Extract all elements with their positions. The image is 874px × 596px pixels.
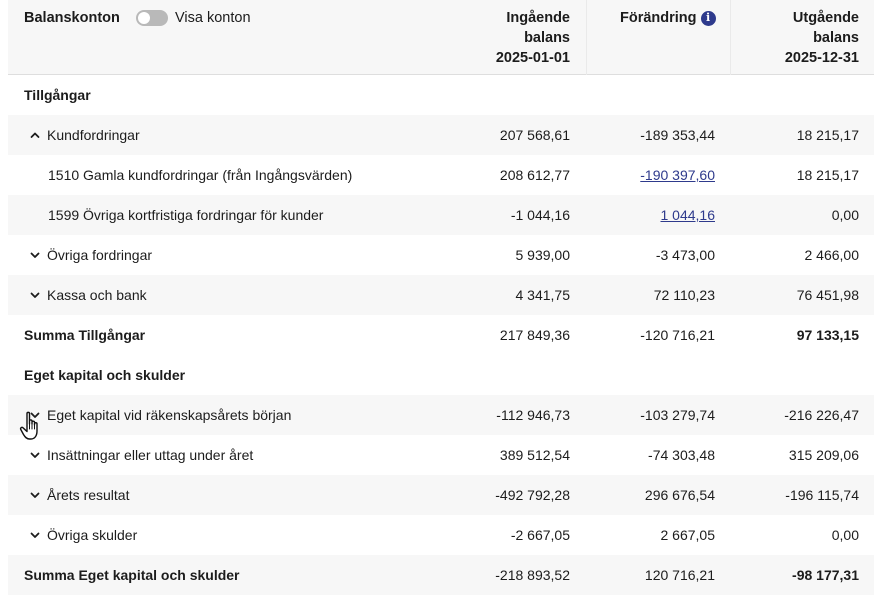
account-row-1510: 1510 Gamla kundfordringar (från Ingångsv… <box>8 155 874 195</box>
row-label: Kassa och bank <box>47 287 147 303</box>
opening-balance: 5 939,00 <box>515 247 571 263</box>
group-row-other-liabilities[interactable]: Övriga skulder -2 667,05 2 667,05 0,00 <box>8 515 874 555</box>
column-header-closing-balance[interactable]: Utgående balans 2025-12-31 <box>785 8 859 68</box>
table-header: Balanskonton Visa konton Ingående balans… <box>8 0 874 75</box>
column-divider <box>586 0 587 75</box>
header-line: 2025-01-01 <box>495 50 570 66</box>
change: -120 716,21 <box>640 327 715 343</box>
group-row-year-result[interactable]: Årets resultat -492 792,28 296 676,54 -1… <box>8 475 874 515</box>
chevron-down-icon[interactable] <box>29 249 41 261</box>
chevron-down-icon[interactable] <box>29 449 41 461</box>
account-row-1599: 1599 Övriga kortfristiga fordringar för … <box>8 195 874 235</box>
change: -3 473,00 <box>655 247 715 263</box>
header-line: balans <box>524 30 570 46</box>
closing-balance: -98 177,31 <box>792 567 859 583</box>
row-label: Insättningar eller uttag under året <box>47 447 254 463</box>
change-link[interactable]: 1 044,16 <box>661 195 716 235</box>
opening-balance: 389 512,54 <box>499 447 570 463</box>
change: 120 716,21 <box>644 567 715 583</box>
row-label: Kundfordringar <box>47 127 140 143</box>
show-accounts-toggle-wrap[interactable]: Visa konton <box>136 8 251 28</box>
show-accounts-label: Visa konton <box>175 10 251 26</box>
opening-balance: -1 044,16 <box>510 207 570 223</box>
header-line: 2025-12-31 <box>784 50 859 66</box>
toggle-knob <box>138 12 150 24</box>
closing-balance: 76 451,98 <box>796 287 859 303</box>
row-label: Årets resultat <box>47 487 130 503</box>
closing-balance: 97 133,15 <box>796 327 859 343</box>
group-row-deposits-withdrawals[interactable]: Insättningar eller uttag under året 389 … <box>8 435 874 475</box>
row-label: Eget kapital vid räkenskapsårets början <box>47 407 292 423</box>
sum-row-equity-liabilities: Summa Eget kapital och skulder -218 893,… <box>8 555 874 595</box>
closing-balance: -196 115,74 <box>785 487 859 503</box>
closing-balance: 18 215,17 <box>796 127 859 143</box>
chevron-up-icon[interactable] <box>29 129 41 141</box>
closing-balance: -216 226,47 <box>784 407 859 423</box>
show-accounts-toggle[interactable] <box>136 10 168 26</box>
section-title: Eget kapital och skulder <box>24 367 186 383</box>
closing-balance: 0,00 <box>831 207 859 223</box>
info-icon[interactable]: i <box>700 10 716 26</box>
row-label: 1510 Gamla kundfordringar (från Ingångsv… <box>48 167 353 183</box>
change: 296 676,54 <box>644 487 715 503</box>
opening-balance: 207 568,61 <box>499 127 570 143</box>
closing-balance: 0,00 <box>831 527 859 543</box>
opening-balance: -218 893,52 <box>495 567 570 583</box>
row-label: Övriga fordringar <box>47 247 153 263</box>
section-row-assets: Tillgångar <box>8 75 874 115</box>
table-title: Balanskonton <box>24 10 120 26</box>
header-line: Utgående <box>792 10 859 26</box>
change: -189 353,44 <box>640 127 715 143</box>
chevron-down-icon[interactable] <box>29 289 41 301</box>
chevron-down-icon[interactable] <box>29 529 41 541</box>
opening-balance: 208 612,77 <box>499 167 570 183</box>
balance-table: Balanskonton Visa konton Ingående balans… <box>8 0 874 595</box>
row-label: 1599 Övriga kortfristiga fordringar för … <box>48 207 324 223</box>
column-header-change[interactable]: Förändring i <box>620 8 716 28</box>
change-link[interactable]: -190 397,60 <box>640 155 715 195</box>
change: 2 667,05 <box>660 527 716 543</box>
column-divider <box>730 0 731 75</box>
row-label: Summa Tillgångar <box>24 327 146 343</box>
group-row-opening-equity[interactable]: Eget kapital vid räkenskapsårets början … <box>8 395 874 435</box>
section-title: Tillgångar <box>24 87 91 103</box>
opening-balance: -492 792,28 <box>495 487 570 503</box>
header-line: Förändring <box>620 10 697 26</box>
change: 72 110,23 <box>653 287 715 303</box>
section-row-equity-liabilities: Eget kapital och skulder <box>8 355 874 395</box>
group-row-cash-and-bank[interactable]: Kassa och bank 4 341,75 72 110,23 76 451… <box>8 275 874 315</box>
group-row-accounts-receivable[interactable]: Kundfordringar 207 568,61 -189 353,44 18… <box>8 115 874 155</box>
row-label: Övriga skulder <box>47 527 138 543</box>
change: -74 303,48 <box>648 447 715 463</box>
chevron-down-icon[interactable] <box>29 409 41 421</box>
opening-balance: -112 946,73 <box>496 407 570 423</box>
column-header-opening-balance[interactable]: Ingående balans 2025-01-01 <box>496 8 570 68</box>
change: -103 279,74 <box>640 407 715 423</box>
opening-balance: 217 849,36 <box>499 327 570 343</box>
opening-balance: 4 341,75 <box>515 287 571 303</box>
closing-balance: 18 215,17 <box>796 167 859 183</box>
header-line: balans <box>813 30 859 46</box>
sum-row-assets: Summa Tillgångar 217 849,36 -120 716,21 … <box>8 315 874 355</box>
header-line: Ingående <box>506 10 570 26</box>
opening-balance: -2 667,05 <box>510 527 570 543</box>
row-label: Summa Eget kapital och skulder <box>24 567 240 583</box>
closing-balance: 2 466,00 <box>804 247 860 263</box>
closing-balance: 315 209,06 <box>788 447 859 463</box>
group-row-other-receivables[interactable]: Övriga fordringar 5 939,00 -3 473,00 2 4… <box>8 235 874 275</box>
chevron-down-icon[interactable] <box>29 489 41 501</box>
